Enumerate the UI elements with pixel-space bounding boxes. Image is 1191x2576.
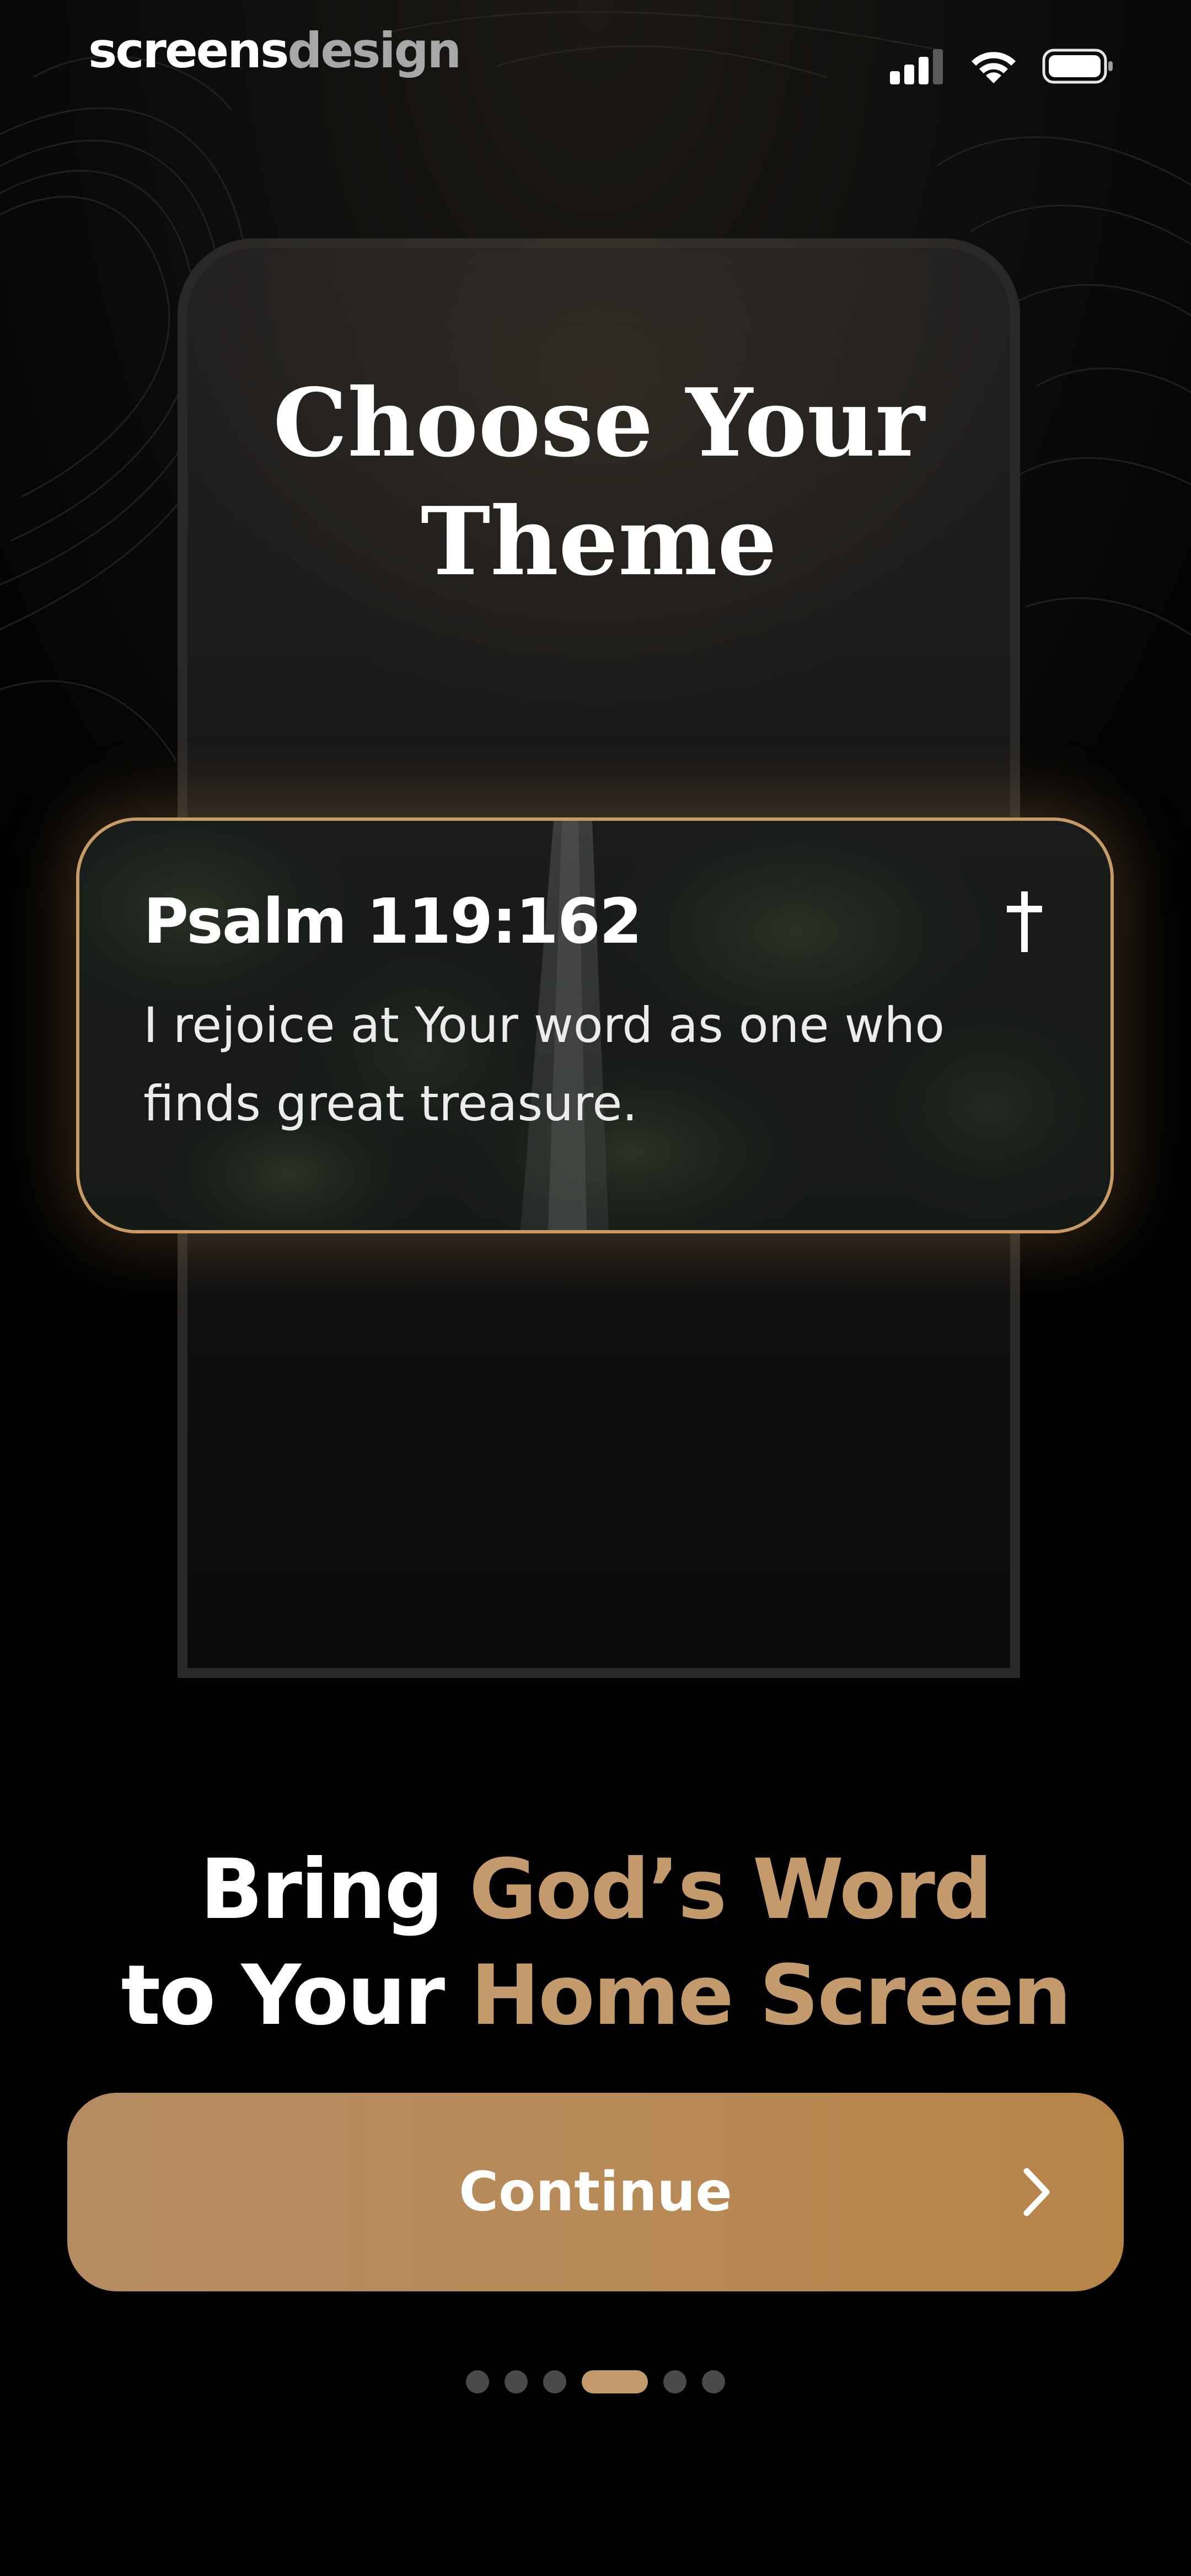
chevron-right-icon [1023,2168,1050,2216]
headline-line2-white: to Your [121,1948,471,2044]
phone-title-line2: Theme [420,487,777,597]
continue-button-label: Continue [459,2161,732,2224]
verse-text: I rejoice at Your word as one who finds … [143,997,945,1132]
continue-button[interactable]: Continue [67,2093,1124,2291]
wifi-icon [972,52,1016,83]
cross-icon [1007,891,1042,952]
brand-text-design: design [287,22,462,79]
verse-reference: Psalm 119:162 [143,886,642,958]
onboarding-screen: screensdesign Choose Your Theme Psalm 11… [0,0,1191,2576]
headline-line1: Bring God’s Word [0,1837,1191,1943]
pagination-dot[interactable] [543,2370,566,2393]
status-bar: screensdesign [0,0,1191,127]
pagination-dot[interactable] [663,2370,686,2393]
pagination-dots [0,2369,1191,2395]
headline-line2: to Your Home Screen [0,1943,1191,2049]
cellular-signal-icon [890,49,943,84]
headline: Bring God’s Word to Your Home Screen [0,1837,1191,2049]
pagination-dot[interactable] [702,2370,725,2393]
pagination-dot[interactable] [466,2370,489,2393]
status-icons [890,44,1114,88]
pagination-dot[interactable] [505,2370,528,2393]
phone-title: Choose Your Theme [178,364,1020,601]
phone-title-line1: Choose Your [273,368,925,478]
headline-line1-white: Bring [200,1842,469,1938]
brand-text-screens: screens [88,22,289,79]
verse-widget[interactable]: Psalm 119:162 I rejoice at Your word as … [76,817,1114,1233]
headline-line1-gold: God’s Word [469,1842,993,1938]
pagination-dot-active[interactable] [582,2370,648,2393]
battery-icon [1042,49,1113,84]
brand-logo: screensdesign [88,22,462,79]
headline-line2-gold: Home Screen [470,1948,1071,2044]
